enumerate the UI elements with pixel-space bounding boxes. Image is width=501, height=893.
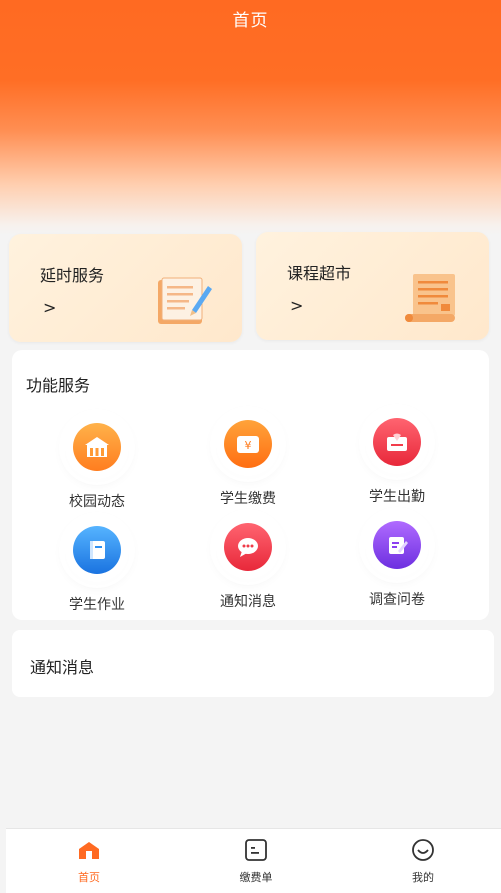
service-icon-wrap <box>65 518 129 582</box>
function-services-panel: 功能服务 校园动态 ¥ 学生缴费 学生出勤 学生作业 通知消息 调查问卷 <box>12 350 489 620</box>
bill-icon <box>245 839 267 861</box>
chevron-right-icon: > <box>290 296 304 315</box>
bottom-tab-bar: 首页 缴费单 我的 <box>6 828 501 893</box>
service-icon-wrap <box>365 513 429 577</box>
tab-profile[interactable]: 我的 <box>378 837 468 885</box>
service-icon-wrap <box>216 515 280 579</box>
chevron-right-icon: > <box>43 298 57 317</box>
header-background <box>0 0 501 235</box>
svg-text:¥: ¥ <box>245 439 252 452</box>
delay-service-title: 延时服务 <box>40 266 105 285</box>
school-building-icon <box>73 423 121 471</box>
chat-bubble-icon <box>224 523 272 571</box>
service-icon-wrap <box>365 410 429 474</box>
delay-service-card[interactable]: 延时服务 > <box>9 234 242 342</box>
service-notifications[interactable]: 通知消息 <box>183 515 313 611</box>
wallet-yen-icon: ¥ <box>224 420 272 468</box>
service-label: 通知消息 <box>220 594 276 610</box>
service-student-attendance[interactable]: 学生出勤 <box>332 410 462 506</box>
homework-book-icon <box>73 526 121 574</box>
course-market-card[interactable]: 课程超市 > <box>256 232 489 340</box>
service-label: 学生作业 <box>69 597 125 613</box>
tab-bill-label: 缴费单 <box>239 871 273 884</box>
service-student-homework[interactable]: 学生作业 <box>32 518 162 614</box>
service-label: 学生出勤 <box>369 489 425 505</box>
service-campus-news[interactable]: 校园动态 <box>32 415 162 511</box>
service-label: 校园动态 <box>69 494 125 510</box>
attendance-card-icon <box>373 418 421 466</box>
service-label: 学生缴费 <box>220 491 276 507</box>
service-student-payment[interactable]: ¥ 学生缴费 <box>183 412 313 508</box>
tab-home-label: 首页 <box>78 871 100 884</box>
service-label: 调查问卷 <box>369 592 425 608</box>
survey-edit-icon <box>373 521 421 569</box>
page-title: 首页 <box>232 11 269 31</box>
notepad-pen-icon <box>158 277 212 324</box>
scroll-document-icon <box>405 274 455 322</box>
notification-title: 通知消息 <box>30 658 95 677</box>
service-icon-wrap <box>65 415 129 479</box>
home-icon <box>79 842 99 859</box>
notification-panel[interactable]: 通知消息 <box>12 630 494 697</box>
smiley-profile-icon <box>412 839 434 861</box>
service-survey[interactable]: 调查问卷 <box>332 513 462 609</box>
tab-home[interactable]: 首页 <box>44 837 134 885</box>
course-market-title: 课程超市 <box>287 264 352 283</box>
service-icon-wrap: ¥ <box>216 412 280 476</box>
tab-bill[interactable]: 缴费单 <box>211 837 301 885</box>
function-services-title: 功能服务 <box>26 376 91 395</box>
tab-profile-label: 我的 <box>412 871 434 884</box>
